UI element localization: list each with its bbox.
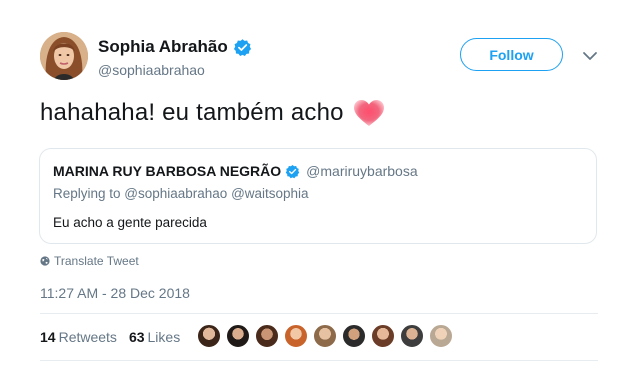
quoted-author-row: MARINA RUY BARBOSA NEGRÃO @mariruybarbos… bbox=[53, 163, 418, 179]
liker-avatar[interactable] bbox=[342, 324, 366, 348]
quoted-tweet[interactable]: MARINA RUY BARBOSA NEGRÃO @mariruybarbos… bbox=[39, 148, 597, 244]
tweet-stats: 14 Retweets 63 Likes bbox=[40, 329, 192, 345]
liker-avatars bbox=[197, 324, 458, 348]
liker-avatar[interactable] bbox=[429, 324, 453, 348]
retweets-count: 14 bbox=[40, 329, 56, 345]
quoted-reply-context: Replying to @sophiaabrahao @waitsophia bbox=[53, 186, 309, 201]
quoted-handle: @mariruybarbosa bbox=[306, 163, 418, 179]
quoted-display-name: MARINA RUY BARBOSA NEGRÃO bbox=[53, 163, 282, 179]
divider bbox=[40, 313, 598, 314]
retweets-stat[interactable]: 14 Retweets bbox=[40, 329, 117, 345]
liker-avatar[interactable] bbox=[226, 324, 250, 348]
liker-avatar[interactable] bbox=[284, 324, 308, 348]
translate-tweet-link[interactable]: Translate Tweet bbox=[40, 254, 139, 268]
likes-count: 63 bbox=[128, 329, 145, 345]
chevron-down-icon[interactable] bbox=[582, 50, 598, 62]
quoted-text: Eu acho a gente parecida bbox=[53, 215, 207, 230]
author-avatar[interactable] bbox=[40, 32, 88, 80]
heart-icon bbox=[353, 100, 384, 126]
liker-avatar[interactable] bbox=[400, 324, 424, 348]
globe-icon bbox=[40, 256, 50, 266]
liker-avatar[interactable] bbox=[371, 324, 395, 348]
liker-avatar[interactable] bbox=[197, 324, 221, 348]
verified-badge-icon bbox=[285, 164, 300, 178]
follow-button[interactable]: Follow bbox=[460, 38, 563, 71]
divider bbox=[40, 360, 598, 361]
author-name-row[interactable]: Sophia Abrahão bbox=[98, 37, 252, 57]
likes-stat[interactable]: 63 Likes bbox=[129, 329, 180, 345]
author-handle[interactable]: @sophiaabrahao bbox=[98, 62, 205, 78]
tweet-timestamp[interactable]: 11:27 AM - 28 Dec 2018 bbox=[40, 285, 190, 301]
verified-badge-icon bbox=[233, 38, 251, 56]
retweets-label: Retweets bbox=[58, 329, 117, 345]
translate-label[interactable]: Translate Tweet bbox=[54, 254, 139, 268]
likes-label: Likes bbox=[147, 329, 181, 345]
liker-avatar[interactable] bbox=[313, 324, 337, 348]
liker-avatar[interactable] bbox=[255, 324, 279, 348]
tweet-text: hahahaha! eu também acho bbox=[40, 98, 386, 128]
tweet-card: Sophia Abrahão @sophiaabrahao Follow hah… bbox=[0, 0, 638, 372]
tweet-body: hahahaha! eu também acho bbox=[40, 99, 344, 126]
author-display-name[interactable]: Sophia Abrahão bbox=[98, 37, 228, 57]
